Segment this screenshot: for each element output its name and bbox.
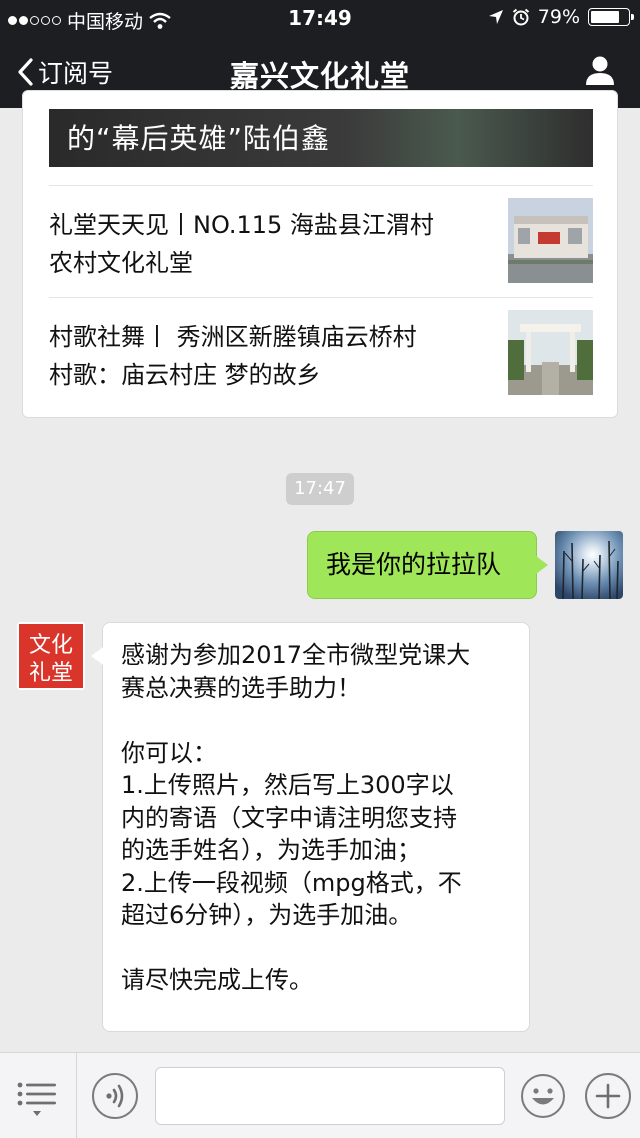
status-right: 79% <box>488 6 634 28</box>
profile-icon <box>586 56 614 85</box>
article-thumbnail <box>508 310 593 395</box>
outgoing-message-bubble[interactable]: 我是你的拉拉队 <box>307 531 548 599</box>
article-cover[interactable]: 的“幕后英雄”陆伯鑫 <box>49 109 593 167</box>
outgoing-message-text: 我是你的拉拉队 <box>326 550 502 579</box>
message-line <box>121 704 511 737</box>
article-title-line: 村歌：庙云村庄 梦的故乡 <box>49 361 321 389</box>
status-bar: 中国移动 17:49 79% <box>0 0 640 36</box>
message-line: 1.上传照片，然后写上300字以 <box>121 771 454 799</box>
chat-timestamp: 17:47 <box>286 473 354 505</box>
message-line <box>121 932 511 965</box>
message-input[interactable] <box>155 1067 505 1125</box>
battery-icon <box>588 8 634 26</box>
message-line: 2.上传一段视频（mpg格式，不 <box>121 868 462 897</box>
page-title: 嘉兴文化礼堂 <box>229 59 410 93</box>
message-line: 请尽快完成上传。 <box>121 966 313 994</box>
plus-icon <box>595 1083 621 1109</box>
incoming-message-bubble[interactable]: 感谢为参加2017全市微型党课大 赛总决赛的选手助力！ 你可以： 1.上传照片，… <box>91 622 530 1032</box>
article-thumbnail <box>508 198 593 283</box>
article-item[interactable]: 礼堂天天见丨NO.115 海盐县江渭村 农村文化礼堂 <box>49 185 593 297</box>
menu-toggle-button[interactable] <box>16 1081 58 1123</box>
divider <box>76 1053 77 1138</box>
input-bar <box>0 1052 640 1138</box>
message-line: 感谢为参加2017全市微型党课大 <box>121 641 471 669</box>
message-line: 超过6分钟），为选手加油。 <box>121 901 413 929</box>
sender-avatar-logo-text: 文化 <box>29 633 73 658</box>
article-title-line: 农村文化礼堂 <box>49 249 193 277</box>
emoji-button[interactable] <box>520 1073 566 1119</box>
message-line: 你可以： <box>121 738 217 767</box>
user-avatar[interactable] <box>555 531 623 599</box>
message-line: 赛总决赛的选手助力！ <box>121 673 361 702</box>
profile-button[interactable] <box>584 54 616 90</box>
article-title-line: 村歌社舞丨 秀洲区新塍镇庙云桥村 <box>49 323 417 351</box>
menu-list-icon <box>17 1082 56 1116</box>
article-title: 礼堂天天见丨NO.115 海盐县江渭村 农村文化礼堂 <box>49 206 489 282</box>
article-title: 村歌社舞丨 秀洲区新塍镇庙云桥村 村歌：庙云村庄 梦的故乡 <box>49 318 489 394</box>
sender-avatar[interactable]: 文化 礼堂 <box>17 622 85 690</box>
alarm-icon <box>512 8 529 26</box>
location-arrow-icon <box>488 10 503 24</box>
emoji-icon <box>521 1074 565 1118</box>
article-title-line: 礼堂天天见丨NO.115 海盐县江渭村 <box>49 211 434 239</box>
plus-button[interactable] <box>585 1073 631 1119</box>
message-line: 的选手姓名），为选手加油； <box>121 836 421 864</box>
article-card: 的“幕后英雄”陆伯鑫 礼堂天天见丨NO.115 海盐县江渭村 农村文化礼堂 村歌… <box>22 90 618 418</box>
cover-title: 的“幕后英雄”陆伯鑫 <box>67 122 331 155</box>
voice-icon <box>106 1084 124 1108</box>
battery-percent: 79% <box>537 6 580 28</box>
voice-button[interactable] <box>92 1073 138 1119</box>
article-item[interactable]: 村歌社舞丨 秀洲区新塍镇庙云桥村 村歌：庙云村庄 梦的故乡 <box>49 297 593 409</box>
message-line: 内的寄语（文字中请注明您支持 <box>121 803 457 832</box>
sender-avatar-logo-text: 礼堂 <box>29 661 73 686</box>
battery-level <box>591 11 620 23</box>
